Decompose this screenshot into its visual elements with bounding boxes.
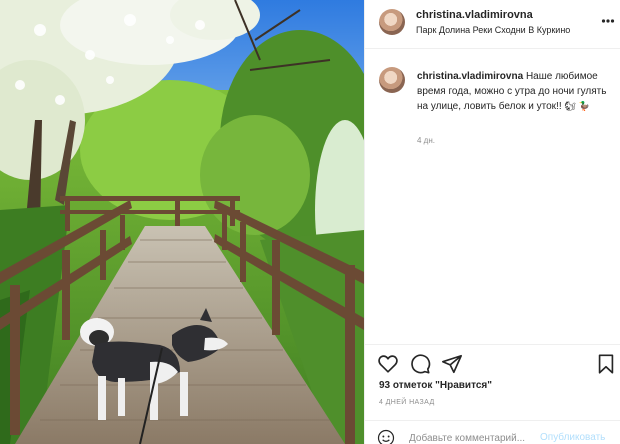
photo-image xyxy=(0,0,364,444)
caption-username[interactable]: christina.vladimirovna xyxy=(417,71,523,82)
bookmark-icon[interactable] xyxy=(595,353,617,375)
publish-button[interactable]: Опубликовать xyxy=(540,432,605,443)
likes-count[interactable]: 93 отметок "Нравится" xyxy=(379,380,492,391)
heart-icon[interactable] xyxy=(377,353,399,375)
author-username[interactable]: christina.vladimirovna xyxy=(416,9,533,21)
emoji-smile-icon[interactable] xyxy=(377,429,395,444)
caption-time[interactable]: 4 дн. xyxy=(417,136,435,145)
duck-emoji: 🦆 xyxy=(578,101,590,111)
author-avatar[interactable] xyxy=(379,9,405,35)
caption-text: christina.vladimirovna Наше любимое врем… xyxy=(417,69,609,114)
post-location[interactable]: Парк Долина Реки Сходни В Куркино xyxy=(416,25,570,35)
caption-avatar[interactable] xyxy=(379,67,405,93)
share-icon[interactable] xyxy=(441,353,463,375)
posted-ago[interactable]: 4 ДНЕЙ НАЗАД xyxy=(379,399,435,406)
post-photo[interactable] xyxy=(0,0,364,444)
post-header: christina.vladimirovna Парк Долина Реки … xyxy=(365,0,620,49)
comment-icon[interactable] xyxy=(409,353,431,375)
comment-input[interactable] xyxy=(409,431,535,444)
squirrel-emoji: 🐿 xyxy=(564,101,576,111)
more-dots-icon[interactable] xyxy=(601,14,615,28)
post-side-panel: christina.vladimirovna Парк Долина Реки … xyxy=(364,0,620,444)
comment-bar: Опубликовать xyxy=(365,420,620,444)
